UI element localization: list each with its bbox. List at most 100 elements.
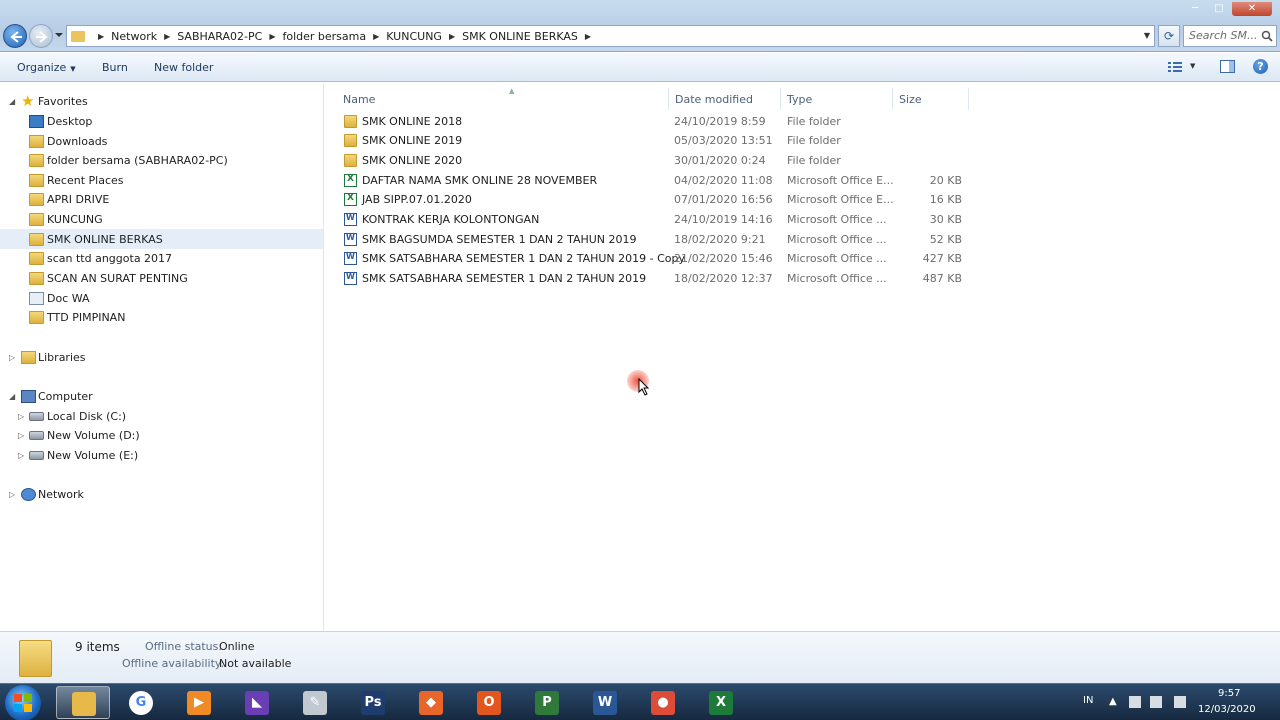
preview-pane-icon[interactable] [1220, 60, 1235, 73]
taskbar-photoshop-button[interactable]: Ps [346, 686, 400, 719]
file-row[interactable]: SMK ONLINE 2019 05/03/2020 13:51 File fo… [339, 131, 1279, 151]
column-type-label: Type [787, 92, 813, 106]
nav-libraries[interactable]: ▷ Libraries [0, 347, 323, 367]
title-bar: ─ □ ✕ ▶ Network ▶ SABHARA02-PC ▶ folder … [0, 0, 1280, 52]
view-options-dropdown-icon[interactable]: ▼ [1190, 62, 1195, 70]
organize-button[interactable]: Organize ▼ [17, 61, 76, 74]
breadcrumb-separator[interactable]: ▶ [269, 32, 275, 41]
taskbar-word-button[interactable]: W [578, 686, 632, 719]
breadcrumb-kuncung[interactable]: KUNCUNG [386, 30, 442, 43]
nav-drive-c[interactable]: ▷ Local Disk (C:) [0, 406, 323, 426]
nav-item-scan-an-surat[interactable]: SCAN AN SURAT PENTING [0, 268, 323, 288]
nav-drive-e[interactable]: ▷ New Volume (E:) [0, 445, 323, 465]
nav-item-desktop[interactable]: Desktop [0, 111, 323, 131]
file-type: Microsoft Office E... [787, 193, 894, 206]
taskbar-project-button[interactable]: P [520, 686, 574, 719]
back-button[interactable] [3, 24, 27, 48]
expand-arrow-icon[interactable]: ▷ [18, 431, 24, 440]
file-date: 18/02/2020 12:37 [674, 272, 773, 285]
nav-network[interactable]: ▷ Network [0, 484, 323, 504]
folder-icon [19, 640, 52, 677]
breadcrumb-separator[interactable]: ▶ [98, 32, 104, 41]
column-header-name[interactable]: ▲ Name [337, 87, 669, 110]
breadcrumb-separator[interactable]: ▶ [449, 32, 455, 41]
action-center-icon[interactable] [1129, 696, 1141, 708]
visual-studio-icon: ◣ [245, 691, 269, 715]
nav-drive-d[interactable]: ▷ New Volume (D:) [0, 425, 323, 445]
breadcrumb-separator[interactable]: ▶ [164, 32, 170, 41]
maximize-button[interactable]: □ [1208, 2, 1230, 16]
file-row[interactable]: KONTRAK KERJA KOLONTONGAN 24/10/2019 14:… [339, 210, 1279, 230]
taskbar-excel-button[interactable]: X [694, 686, 748, 719]
nav-network-label: Network [38, 487, 84, 501]
nav-computer[interactable]: ◢ Computer [0, 386, 323, 406]
file-row[interactable]: SMK ONLINE 2020 30/01/2020 0:24 File fol… [339, 151, 1279, 171]
nav-item-downloads[interactable]: Downloads [0, 131, 323, 151]
libraries-icon [21, 350, 36, 364]
close-button[interactable]: ✕ [1232, 2, 1272, 16]
collapse-arrow-icon[interactable]: ◢ [9, 392, 15, 401]
file-name: SMK BAGSUMDA SEMESTER 1 DAN 2 TAHUN 2019 [362, 233, 637, 246]
language-indicator[interactable]: IN [1083, 695, 1093, 706]
clock-time[interactable]: 9:57 [1218, 688, 1240, 699]
breadcrumb-separator[interactable]: ▶ [585, 32, 591, 41]
breadcrumb-network[interactable]: Network [111, 30, 157, 43]
column-header-size[interactable]: Size [893, 88, 969, 110]
breadcrumb-pc[interactable]: SABHARA02-PC [177, 30, 262, 43]
taskbar-office-button[interactable]: O [462, 686, 516, 719]
search-icon[interactable] [1261, 30, 1273, 42]
forward-button[interactable] [29, 24, 53, 48]
breadcrumb-folder-bersama[interactable]: folder bersama [282, 30, 366, 43]
file-row[interactable]: SMK SATSABHARA SEMESTER 1 DAN 2 TAHUN 20… [339, 269, 1279, 289]
file-row[interactable]: DAFTAR NAMA SMK ONLINE 28 NOVEMBER 04/02… [339, 171, 1279, 191]
taskbar-windows-explorer-button[interactable] [56, 686, 110, 719]
column-header-date[interactable]: Date modified [669, 88, 781, 110]
volume-icon[interactable] [1150, 696, 1162, 708]
file-row[interactable]: SMK BAGSUMDA SEMESTER 1 DAN 2 TAHUN 2019… [339, 230, 1279, 250]
start-button[interactable] [5, 685, 41, 720]
help-icon[interactable]: ? [1253, 59, 1268, 74]
collapse-arrow-icon[interactable]: ◢ [9, 97, 15, 106]
expand-arrow-icon[interactable]: ▷ [18, 412, 24, 421]
nav-item-folder-bersama[interactable]: folder bersama (SABHARA02-PC) [0, 150, 323, 170]
nav-item-scan-ttd-anggota[interactable]: scan ttd anggota 2017 [0, 248, 323, 268]
column-header-type[interactable]: Type [781, 88, 893, 110]
nav-favorites[interactable]: ◢ ★ Favorites [0, 91, 323, 111]
expand-arrow-icon[interactable]: ▷ [9, 490, 15, 499]
address-bar[interactable]: ▶ Network ▶ SABHARA02-PC ▶ folder bersam… [66, 25, 1155, 47]
breadcrumb-separator[interactable]: ▶ [373, 32, 379, 41]
show-hidden-icons-icon[interactable]: ▲ [1109, 696, 1117, 707]
network-status-icon[interactable] [1174, 696, 1186, 708]
burn-button[interactable]: Burn [102, 61, 128, 74]
clock-date[interactable]: 12/03/2020 [1198, 704, 1256, 715]
search-input[interactable]: Search SM... [1183, 25, 1277, 47]
taskbar-paint-tool-button[interactable]: ✎ [288, 686, 342, 719]
folder-icon [29, 232, 44, 246]
nav-item-smk-online-berkas[interactable]: SMK ONLINE BERKAS [0, 229, 323, 249]
file-row[interactable]: SMK SATSABHARA SEMESTER 1 DAN 2 TAHUN 20… [339, 249, 1279, 269]
file-row[interactable]: SMK ONLINE 2018 24/10/2019 8:59 File fol… [339, 112, 1279, 132]
breadcrumb-smk-online-berkas[interactable]: SMK ONLINE BERKAS [462, 30, 578, 43]
hard-disk-icon [29, 430, 44, 440]
taskbar-media-player-button[interactable]: ▶ [172, 686, 226, 719]
taskbar-browser-alt-button[interactable]: ◆ [404, 686, 458, 719]
expand-arrow-icon[interactable]: ▷ [18, 451, 24, 460]
nav-item-recent-places[interactable]: Recent Places [0, 170, 323, 190]
expand-arrow-icon[interactable]: ▷ [9, 353, 15, 362]
taskbar-visual-studio-button[interactable]: ◣ [230, 686, 284, 719]
taskbar-chrome-button[interactable]: ● [636, 686, 690, 719]
change-view-icon[interactable] [1168, 61, 1182, 73]
nav-item-apri-drive[interactable]: APRI DRIVE [0, 189, 323, 209]
file-name: SMK ONLINE 2018 [362, 115, 463, 128]
nav-item-kuncung[interactable]: KUNCUNG [0, 209, 323, 229]
refresh-button[interactable]: ⟳ [1158, 25, 1180, 47]
file-row[interactable]: JAB SIPP.07.01.2020 07/01/2020 16:56 Mic… [339, 190, 1279, 210]
minimize-button[interactable]: ─ [1184, 2, 1206, 16]
word-file-icon [344, 233, 357, 246]
taskbar-google-button[interactable]: G [114, 686, 168, 719]
nav-item-ttd-pimpinan[interactable]: TTD PIMPINAN [0, 307, 323, 327]
recent-pages-dropdown-icon[interactable] [55, 30, 63, 40]
address-dropdown-icon[interactable]: ▼ [1144, 31, 1150, 40]
nav-item-doc-wa[interactable]: Doc WA [0, 288, 323, 308]
new-folder-button[interactable]: New folder [154, 61, 213, 74]
